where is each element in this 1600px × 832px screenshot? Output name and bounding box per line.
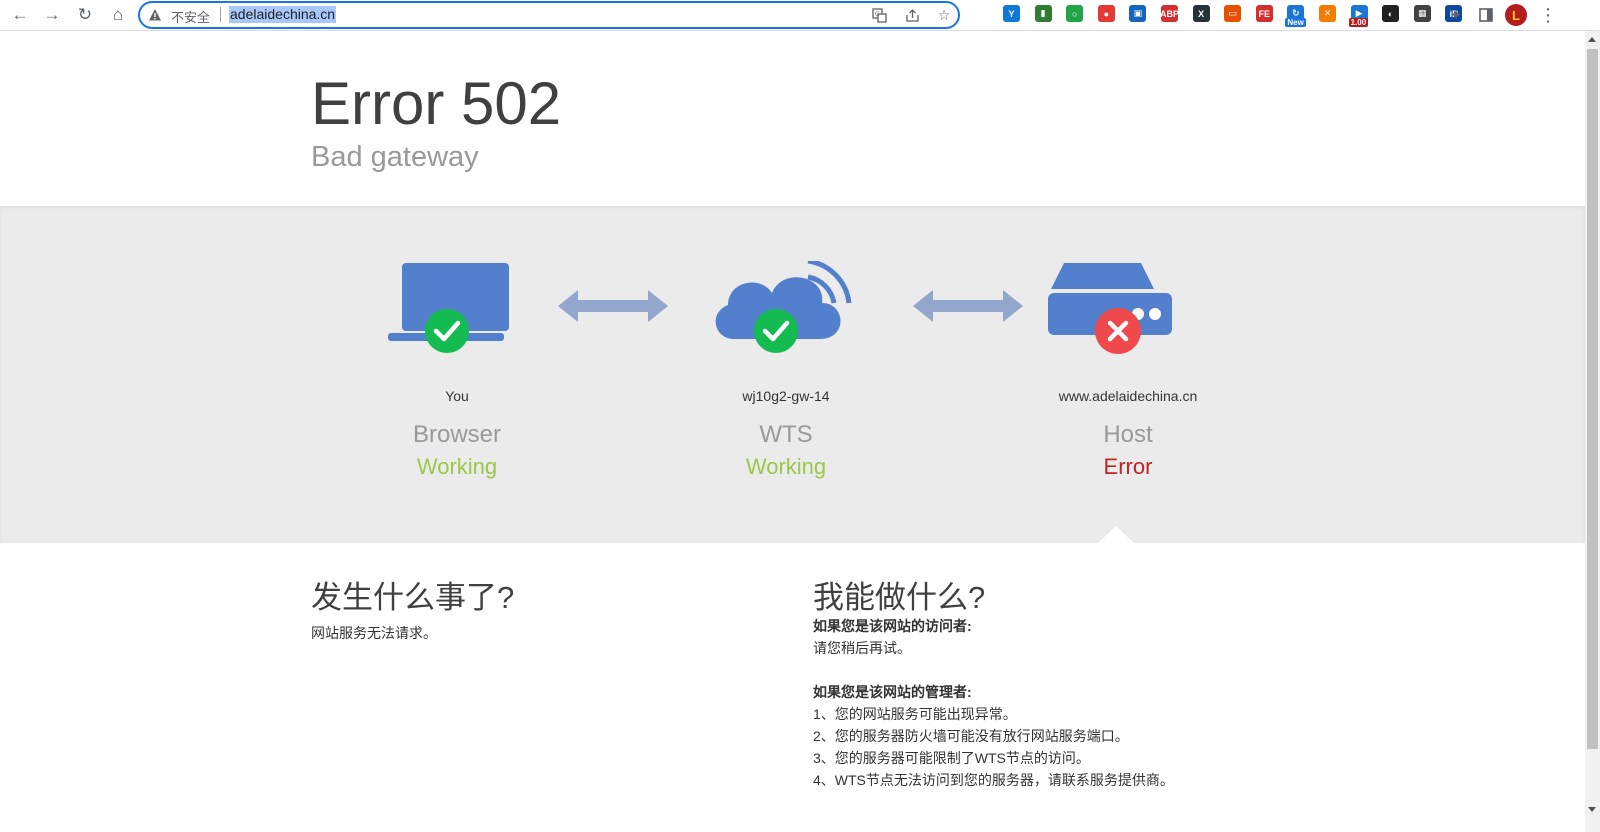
stats-extension-icon[interactable]: ▮	[1034, 5, 1052, 22]
stats-extension-icon-glyph: ▮	[1040, 8, 1046, 18]
error-header: Error 502 Bad gateway	[0, 31, 1585, 206]
back-arrow-icon[interactable]: ←	[8, 3, 32, 27]
home-icon[interactable]: ⌂	[106, 3, 130, 27]
side-panel-icon[interactable]	[1474, 3, 1498, 27]
status-band: You Browser Working wj10g2-gw-14 WTS Wor…	[0, 206, 1585, 543]
extension-badge: New	[1285, 18, 1306, 27]
adblock-plus-extension-icon-glyph: ABP	[1160, 8, 1180, 19]
profile-avatar[interactable]: L	[1504, 3, 1528, 27]
admin-item: 1、您的网站服务可能出现异常。	[813, 706, 1017, 722]
svg-text:G: G	[875, 11, 880, 18]
mask-extension-icon-glyph: ◐	[1387, 8, 1394, 19]
cloud-icon	[715, 261, 852, 353]
forward-arrow-icon[interactable]: →	[40, 3, 64, 27]
server-icon	[1048, 263, 1172, 354]
browser-node-label: You	[445, 388, 469, 404]
error-code: Error 502	[311, 70, 562, 137]
save-extension-icon-glyph: ▣	[1133, 8, 1143, 18]
reload-icon[interactable]: ↻	[73, 3, 97, 27]
bookmark-star-icon[interactable]: ☆	[935, 6, 953, 24]
share-icon[interactable]	[903, 6, 921, 24]
new-extension-icon[interactable]: ↻ New	[1285, 5, 1306, 27]
qr-code-extension-icon[interactable]: ▦	[1413, 5, 1431, 22]
green-ring-extension-icon-glyph: ○	[1071, 8, 1078, 19]
scroll-thumb[interactable]	[1587, 49, 1598, 749]
host-node-status: Error	[1103, 454, 1153, 479]
color-picker-extension-icon-glyph: ●	[1103, 8, 1110, 19]
error-page: Error 502 Bad gateway You Browser Workin…	[0, 31, 1585, 832]
visitor-text: 请您稍后再试。	[813, 640, 911, 656]
host-pointer	[1097, 526, 1135, 544]
what-happened-text: 网站服务无法请求。	[311, 625, 437, 641]
what-can-i-do-title: 我能做什么?	[813, 580, 986, 615]
browser-node-status: Working	[416, 454, 498, 479]
admin-heading: 如果您是该网站的管理者:	[813, 684, 972, 700]
speed-extension-icon[interactable]: ▶ 1.00	[1348, 5, 1369, 27]
not-secure-label[interactable]: 不安全	[171, 7, 210, 26]
window-extension-icon-glyph: ▭	[1228, 8, 1237, 18]
browser-toolbar: ← → ↻ ⌂ 不安全 adelaidechina.cn G ☆ Y ▮ ○ ● ▣ AB…	[0, 0, 1600, 31]
orange-x-extension-icon-glyph: ✕	[1323, 8, 1332, 18]
x-extension-icon[interactable]: X	[1192, 5, 1210, 22]
scroll-up-icon[interactable]	[1588, 37, 1596, 42]
admin-item: 2、您的服务器防火墙可能没有放行网站服务端口。	[813, 728, 1129, 744]
vpn-extension-icon[interactable]: Y	[1003, 5, 1020, 22]
url-text[interactable]: adelaidechina.cn	[229, 6, 337, 23]
fe-extension-icon[interactable]: FE	[1255, 5, 1273, 22]
address-bar[interactable]: 不安全 adelaidechina.cn G ☆	[138, 1, 960, 29]
green-ring-extension-icon[interactable]: ○	[1066, 5, 1084, 22]
orange-x-extension-icon[interactable]: ✕	[1319, 5, 1336, 22]
adblock-plus-extension-icon[interactable]: ABP	[1160, 5, 1180, 22]
extension-badge: 1.00	[1348, 18, 1369, 27]
save-extension-icon[interactable]: ▣	[1129, 5, 1147, 22]
host-node-name: Host	[1103, 421, 1153, 448]
profile-initial: L	[1505, 4, 1527, 26]
translate-icon[interactable]: G	[870, 6, 888, 24]
color-picker-extension-icon[interactable]: ●	[1097, 5, 1115, 22]
scroll-down-icon[interactable]	[1588, 807, 1596, 812]
wts-node-label: wj10g2-gw-14	[742, 388, 830, 404]
kebab-menu-icon[interactable]: ⋮	[1536, 3, 1560, 27]
warning-icon[interactable]	[148, 8, 162, 22]
visitor-heading: 如果您是该网站的访问者:	[813, 618, 972, 634]
puzzle-extensions-icon[interactable]: ✦	[1444, 3, 1468, 27]
omnibox-divider	[220, 7, 221, 22]
window-extension-icon[interactable]: ▭	[1224, 5, 1242, 22]
x-extension-icon-glyph: X	[1198, 8, 1205, 19]
vpn-extension-icon-glyph: Y	[1008, 8, 1015, 19]
browser-node-name: Browser	[412, 421, 502, 448]
mask-extension-icon[interactable]: ◐	[1382, 5, 1400, 22]
admin-item: 4、WTS节点无法访问到您的服务器，请联系服务提供商。	[813, 772, 1174, 788]
what-happened-title: 发生什么事了?	[311, 580, 515, 615]
vertical-scrollbar[interactable]	[1585, 31, 1600, 832]
fe-extension-icon-glyph: FE	[1258, 8, 1271, 19]
qr-code-extension-icon-glyph: ▦	[1418, 8, 1427, 18]
admin-item: 3、您的服务器可能限制了WTS节点的访问。	[813, 750, 1090, 766]
wts-node-name: WTS	[759, 421, 813, 448]
what-can-i-do-content: 如果您是该网站的访问者: 请您稍后再试。 如果您是该网站的管理者: 1、您的网站…	[813, 615, 1174, 791]
wts-node-status: Working	[745, 454, 827, 479]
host-node-label: www.adelaidechina.cn	[1058, 388, 1198, 404]
error-description: Bad gateway	[311, 141, 479, 173]
